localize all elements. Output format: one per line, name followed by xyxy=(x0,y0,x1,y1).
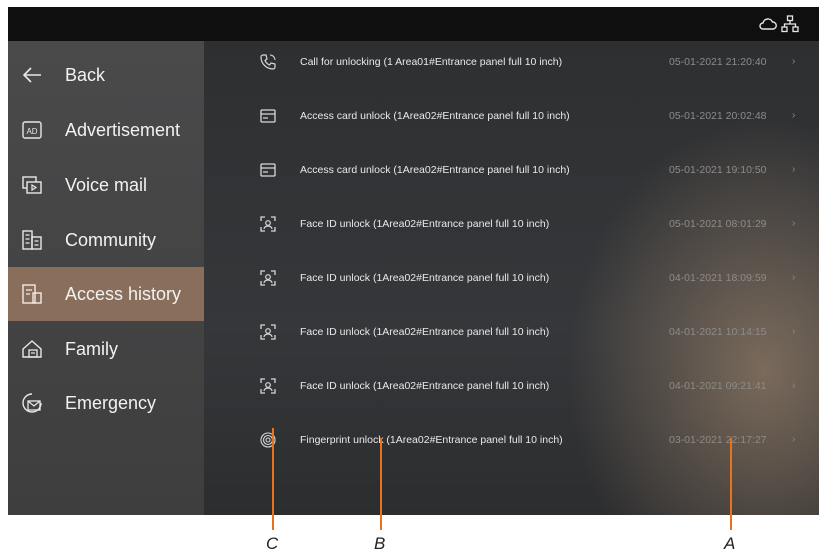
access-history-list: Call for unlocking (1 Area01#Entrance pa… xyxy=(204,41,819,515)
callout-label-b: B xyxy=(374,534,386,553)
svg-text:AD: AD xyxy=(26,127,37,136)
cloud-icon xyxy=(759,18,777,30)
sidebar-item-emergency[interactable]: Emergency xyxy=(8,376,204,430)
row-time: 05-01-2021 21:20:40 xyxy=(669,56,767,68)
row-time: 04-01-2021 10:14:15 xyxy=(669,326,767,338)
row-time: 04-01-2021 09:21:41 xyxy=(669,380,767,392)
row-time: 05-01-2021 19:10:50 xyxy=(669,164,767,176)
chevron-right-icon: › xyxy=(792,110,796,121)
sidebar-item-advertisement[interactable]: AD Advertisement xyxy=(8,103,204,157)
sidebar-item-label: Advertisement xyxy=(65,120,181,140)
emergency-icon xyxy=(22,393,42,413)
sidebar-item-label: Back xyxy=(65,65,106,85)
face-id-icon xyxy=(260,324,276,340)
row-text: Call for unlocking (1 Area01#Entrance pa… xyxy=(300,56,563,68)
list-item[interactable]: Fingerprint unlock (1Area02#Entrance pan… xyxy=(204,422,819,462)
row-text: Fingerprint unlock (1Area02#Entrance pan… xyxy=(300,434,563,446)
chevron-right-icon: › xyxy=(792,164,796,175)
chevron-right-icon: › xyxy=(792,326,796,337)
row-text: Face ID unlock (1Area02#Entrance panel f… xyxy=(300,218,550,230)
community-icon xyxy=(22,230,42,250)
face-id-icon xyxy=(260,216,276,232)
row-text: Access card unlock (1Area02#Entrance pan… xyxy=(300,164,570,176)
sidebar-item-label: Voice mail xyxy=(65,175,148,195)
row-text: Face ID unlock (1Area02#Entrance panel f… xyxy=(300,380,550,392)
sidebar-item-label: Community xyxy=(65,230,157,250)
ad-icon: AD xyxy=(22,121,42,139)
row-time: 05-01-2021 20:02:48 xyxy=(669,110,767,122)
sidebar-item-voice-mail[interactable]: Voice mail xyxy=(8,158,204,212)
row-text: Face ID unlock (1Area02#Entrance panel f… xyxy=(300,272,550,284)
callout-line-b xyxy=(380,438,382,530)
voice-mail-icon xyxy=(22,176,42,194)
access-history-icon xyxy=(22,284,42,304)
sidebar-item-access-history[interactable]: Access history xyxy=(8,267,204,321)
chevron-right-icon: › xyxy=(792,434,796,445)
chevron-right-icon: › xyxy=(792,380,796,391)
callout-line-c xyxy=(272,428,274,530)
list-item[interactable]: Face ID unlock (1Area02#Entrance panel f… xyxy=(204,260,819,300)
fingerprint-icon xyxy=(260,432,276,448)
face-id-icon xyxy=(260,270,276,286)
list-item[interactable]: Face ID unlock (1Area02#Entrance panel f… xyxy=(204,368,819,408)
sidebar-item-label: Family xyxy=(65,339,118,359)
callout-line-a xyxy=(730,438,732,530)
row-text: Face ID unlock (1Area02#Entrance panel f… xyxy=(300,326,550,338)
chevron-right-icon: › xyxy=(792,56,796,67)
family-icon xyxy=(22,340,42,358)
callout-label-c: C xyxy=(266,534,279,553)
back-arrow-icon xyxy=(22,67,41,83)
sidebar: Back AD Advertisement Voice mail Communi… xyxy=(8,41,204,515)
face-id-icon xyxy=(260,378,276,394)
row-time: 05-01-2021 08:01:29 xyxy=(669,218,767,230)
device-screen: Back AD Advertisement Voice mail Communi… xyxy=(8,7,819,515)
sidebar-item-community[interactable]: Community xyxy=(8,213,204,267)
network-icon xyxy=(781,15,799,33)
list-item[interactable]: Face ID unlock (1Area02#Entrance panel f… xyxy=(204,314,819,354)
row-time: 03-01-2021 22:17:27 xyxy=(669,434,767,446)
sidebar-item-family[interactable]: Family xyxy=(8,322,204,376)
back-button[interactable]: Back xyxy=(8,48,204,102)
list-item[interactable]: Face ID unlock (1Area02#Entrance panel f… xyxy=(204,206,819,246)
row-time: 04-01-2021 18:09:59 xyxy=(669,272,767,284)
status-bar xyxy=(8,7,819,41)
list-item[interactable]: Access card unlock (1Area02#Entrance pan… xyxy=(204,98,819,138)
row-text: Access card unlock (1Area02#Entrance pan… xyxy=(300,110,570,122)
sidebar-item-label: Emergency xyxy=(65,393,157,413)
chevron-right-icon: › xyxy=(792,272,796,283)
chevron-right-icon: › xyxy=(792,218,796,229)
callout-label-a: A xyxy=(724,534,736,553)
list-item[interactable]: Call for unlocking (1 Area01#Entrance pa… xyxy=(204,44,819,84)
list-item[interactable]: Access card unlock (1Area02#Entrance pan… xyxy=(204,152,819,192)
access-card-icon xyxy=(260,109,276,123)
phone-unlock-icon xyxy=(260,54,276,70)
sidebar-item-label: Access history xyxy=(65,284,182,304)
access-card-icon xyxy=(260,163,276,177)
